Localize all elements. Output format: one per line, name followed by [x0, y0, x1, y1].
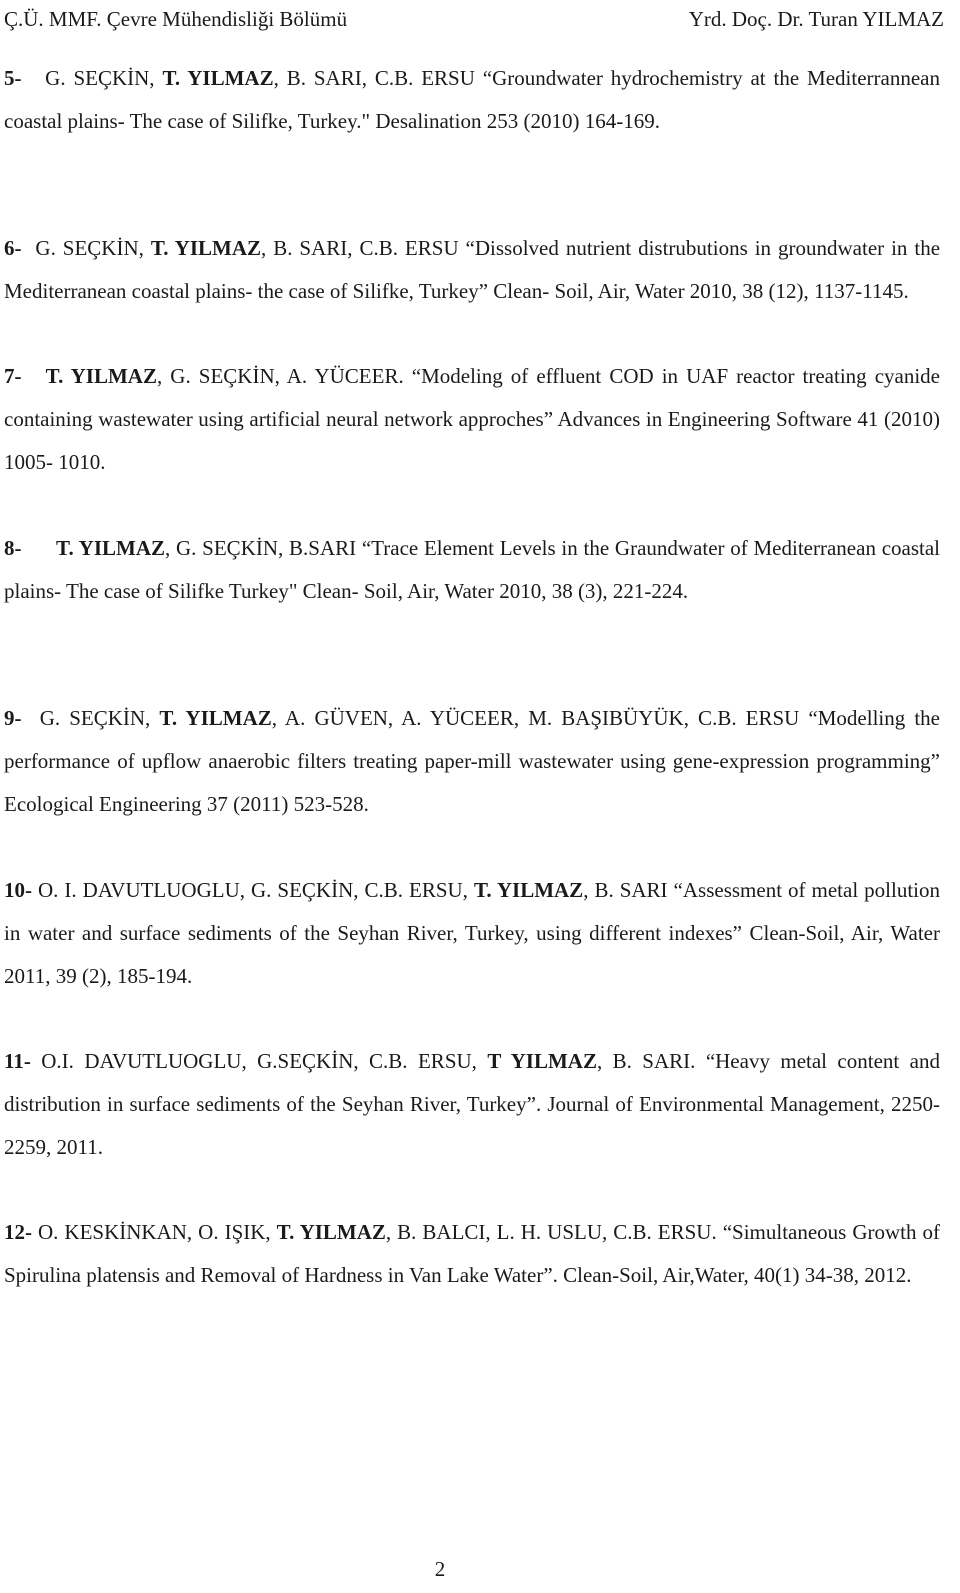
publication-entry: 11- O.I. DAVUTLUOGLU, G.SEÇKİN, C.B. ERS… [4, 1040, 940, 1169]
entry-highlighted-author: T. YILMAZ [56, 536, 166, 560]
page-header: Ç.Ü. MMF. Çevre Mühendisliği Bölümü Yrd.… [4, 4, 944, 34]
entry-highlighted-author: T. YILMAZ [45, 364, 157, 388]
entry-number: 11- [4, 1049, 31, 1073]
entry-authors-pre: O. I. DAVUTLUOGLU, G. SEÇKİN, C.B. ERSU, [38, 878, 474, 902]
publication-entry: 9- G. SEÇKİN, T. YILMAZ, A. GÜVEN, A. YÜ… [4, 697, 940, 826]
publication-entry: 5- G. SEÇKİN, T. YILMAZ, B. SARI, C.B. E… [4, 57, 940, 143]
entry-number: 7- [4, 364, 22, 388]
entry-number: 6- [4, 236, 22, 260]
page-number: 2 [434, 1557, 446, 1581]
publication-entry: 7- T. YILMAZ, G. SEÇKİN, A. YÜCEER. “Mod… [4, 355, 940, 484]
publication-entry: 8- T. YILMAZ, G. SEÇKİN, B.SARI “Trace E… [4, 527, 940, 613]
entry-highlighted-author: T YILMAZ [487, 1049, 597, 1073]
entry-highlighted-author: T. YILMAZ [276, 1220, 386, 1244]
entry-authors-pre: O.I. DAVUTLUOGLU, G.SEÇKİN, C.B. ERSU, [41, 1049, 488, 1073]
entry-highlighted-author: T. YILMAZ [159, 706, 272, 730]
publication-entry: 12- O. KESKİNKAN, O. IŞIK, T. YILMAZ, B.… [4, 1211, 940, 1297]
publication-entry: 6- G. SEÇKİN, T. YILMAZ, B. SARI, C.B. E… [4, 227, 940, 313]
entry-number: 10- [4, 878, 32, 902]
entry-authors-pre: G. SEÇKİN, [45, 66, 163, 90]
entry-highlighted-author: T. YILMAZ [150, 236, 262, 260]
entry-number: 5- [4, 66, 22, 90]
header-department: Ç.Ü. MMF. Çevre Mühendisliği Bölümü [4, 7, 348, 31]
entry-highlighted-author: T. YILMAZ [473, 878, 584, 902]
entry-highlighted-author: T. YILMAZ [162, 66, 274, 90]
entry-authors-pre: G. SEÇKİN, [35, 236, 151, 260]
publication-entry: 10- O. I. DAVUTLUOGLU, G. SEÇKİN, C.B. E… [4, 869, 940, 998]
entry-authors-pre: G. SEÇKİN, [39, 706, 160, 730]
entry-authors-pre: O. KESKİNKAN, O. IŞIK, [38, 1220, 277, 1244]
entry-number: 12- [4, 1220, 32, 1244]
entry-number: 9- [4, 706, 22, 730]
entry-number: 8- [4, 536, 22, 560]
header-author: Yrd. Doç. Dr. Turan YILMAZ [688, 7, 944, 31]
